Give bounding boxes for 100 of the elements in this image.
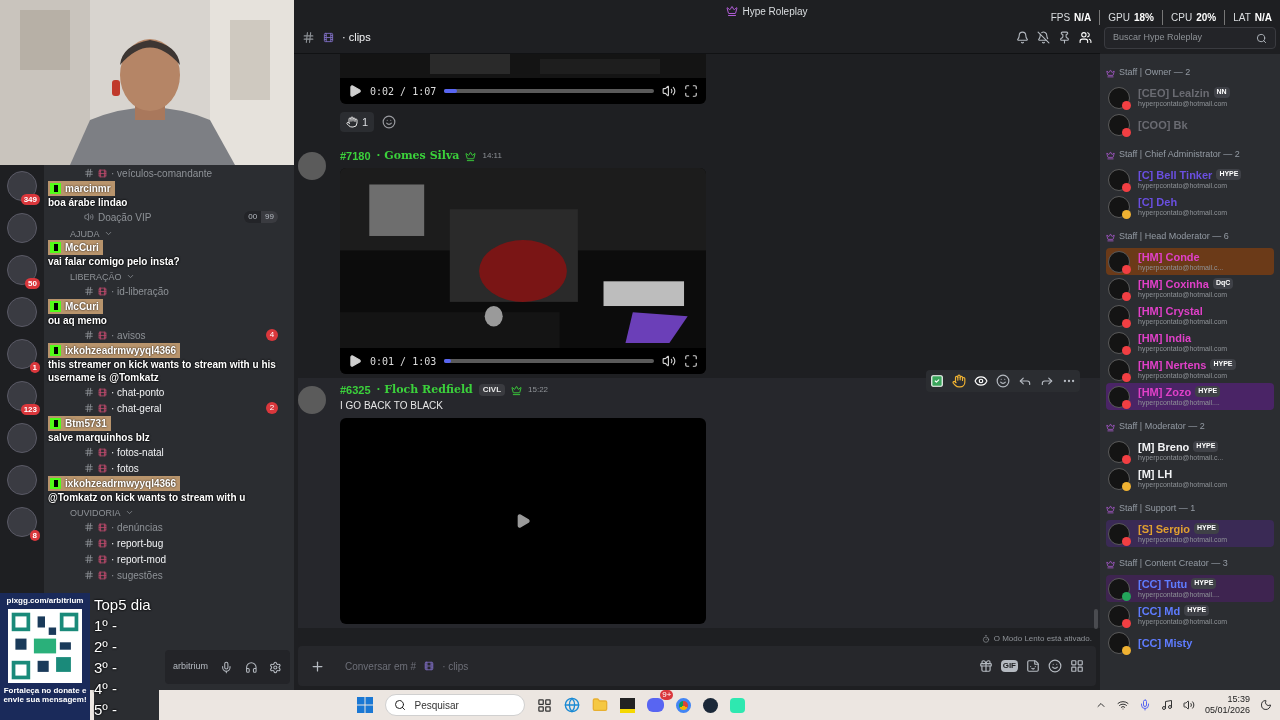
stat-label: FPS	[1050, 11, 1071, 25]
user-tag[interactable]: #6325	[340, 381, 371, 399]
emoji-icon[interactable]	[1048, 659, 1062, 673]
donation-url: pixgg.com/arbitrium	[6, 595, 84, 607]
member-row[interactable]: [CC] Misty	[1106, 629, 1274, 656]
sticker-icon[interactable]	[1026, 659, 1040, 673]
channel-name[interactable]: · veículos-comandante	[111, 165, 278, 181]
search-icon	[1256, 32, 1267, 44]
user-tag[interactable]: #7180	[340, 147, 371, 165]
volume-icon[interactable]	[662, 354, 676, 368]
search-field[interactable]: Buscar Hype Roleplay	[1104, 27, 1276, 49]
mute-icon[interactable]	[1037, 31, 1050, 44]
channel-name[interactable]: · report-mod	[111, 551, 278, 567]
task-view-icon[interactable]	[537, 697, 553, 713]
browser-icon[interactable]	[676, 697, 692, 713]
check-icon[interactable]	[930, 374, 944, 388]
browser-icon[interactable]	[564, 697, 581, 713]
chat-user-tag: Btm5731	[48, 416, 111, 431]
settings-icon[interactable]	[269, 660, 282, 674]
gif-button[interactable]: GIF	[1000, 660, 1018, 672]
channel-emoji-icon	[98, 330, 107, 340]
channel-name[interactable]: · denúncias	[111, 519, 278, 535]
chat-message: salve marquinhos blz	[48, 431, 150, 444]
channel-name[interactable]: · sugestões	[111, 567, 278, 583]
attach-icon[interactable]	[310, 658, 325, 674]
channel-name[interactable]: · chat-geral	[111, 400, 262, 416]
member-name: [COO] Bk	[1138, 118, 1188, 131]
group-header: Staff | Content Creator — 3	[1119, 557, 1228, 571]
pin-icon[interactable]	[1058, 31, 1071, 44]
stat-label: GPU	[1108, 11, 1130, 25]
group-header: Staff | Moderator — 2	[1119, 420, 1205, 434]
play-icon[interactable]	[348, 354, 362, 368]
server-logo-icon	[726, 5, 739, 17]
channel-name[interactable]: Doação VIP	[98, 209, 241, 225]
play-icon[interactable]	[515, 513, 531, 529]
windows-icon[interactable]	[357, 697, 374, 713]
volume-icon[interactable]	[662, 84, 676, 98]
unread-badge: 50	[25, 278, 40, 289]
group-icon	[1106, 68, 1115, 78]
member-name: [CC] Misty	[1138, 636, 1193, 649]
microphone-icon[interactable]	[1138, 699, 1151, 711]
notes-app-icon[interactable]	[620, 697, 636, 713]
music-icon[interactable]	[1160, 699, 1173, 711]
taskbar-search[interactable]: Pesquisar	[385, 694, 526, 716]
channel-name[interactable]: · fotos	[111, 460, 278, 476]
author-name[interactable]: · Floch Redfield	[376, 381, 473, 399]
reply-icon[interactable]	[1018, 374, 1032, 388]
message-field[interactable]: Conversar em # · clips GIF	[298, 646, 1096, 686]
unread-badge: 1	[29, 362, 40, 373]
username[interactable]: arbitrium	[173, 660, 208, 674]
fullscreen-icon[interactable]	[684, 354, 698, 368]
kick-icon	[50, 301, 61, 312]
reaction-chip[interactable]: 1	[340, 112, 375, 132]
add-reaction-icon[interactable]	[382, 115, 397, 129]
placeholder-start: Conversar em #	[345, 659, 417, 674]
channel-emoji-icon	[98, 286, 107, 296]
apps-icon[interactable]	[1070, 659, 1084, 673]
fullscreen-icon[interactable]	[684, 84, 698, 98]
group-header: Staff | Owner — 2	[1119, 66, 1191, 80]
unread-badge: 8	[29, 530, 40, 541]
member-name: [CC] Md	[1138, 604, 1181, 617]
headphones-icon[interactable]	[244, 660, 258, 674]
category-label[interactable]: OUVIDORIA	[70, 507, 121, 519]
chat-app-icon[interactable]	[647, 698, 665, 712]
member-name: [HM] India	[1138, 331, 1192, 344]
forward-icon[interactable]	[1040, 374, 1054, 388]
donor-rank: 3º -	[94, 658, 118, 678]
category-label[interactable]: AJUDA	[70, 228, 100, 240]
network-icon[interactable]	[1116, 699, 1129, 711]
mention-badge: 2	[266, 402, 278, 414]
play-icon[interactable]	[348, 84, 362, 98]
gift-icon[interactable]	[978, 659, 993, 673]
hand-icon[interactable]	[952, 374, 966, 388]
channel-name[interactable]: · fotos-natal	[111, 444, 278, 460]
chat-message: @Tomkatz on kick wants to stream with u	[48, 491, 246, 504]
user-avatar[interactable]	[298, 152, 326, 180]
channel-emoji-icon	[98, 447, 107, 457]
donor-rank: 4º -	[94, 679, 118, 699]
clock-time[interactable]: 15:39	[1227, 694, 1250, 705]
role-tag: CIVL	[478, 384, 506, 396]
window-title: Hype Roleplay	[742, 4, 808, 19]
hash-icon	[84, 330, 94, 340]
category-label[interactable]: LIBERAÇÃO	[70, 271, 122, 283]
channel-emoji-icon	[98, 463, 107, 473]
notifications-icon[interactable]	[1260, 699, 1272, 711]
channel-name[interactable]: · report-bug	[111, 535, 278, 551]
volume-icon[interactable]	[1182, 699, 1195, 711]
kick-icon	[50, 345, 61, 356]
member-name: [HM] Crystal	[1138, 304, 1203, 317]
add-reaction-icon[interactable]	[996, 374, 1010, 388]
author-name[interactable]: · Gomes Silva	[376, 147, 460, 165]
channel-name[interactable]: · chat-ponto	[111, 384, 278, 400]
members-icon[interactable]	[1079, 31, 1092, 44]
clock-date[interactable]: 05/01/2026	[1204, 705, 1250, 716]
eyes-icon[interactable]	[974, 374, 988, 388]
channel-name[interactable]: · avisos	[111, 327, 262, 343]
microphone-icon[interactable]	[220, 660, 233, 674]
mention-badge: 4	[266, 329, 278, 341]
hash-icon	[84, 554, 94, 564]
channel-name[interactable]: · id-liberação	[111, 283, 278, 299]
